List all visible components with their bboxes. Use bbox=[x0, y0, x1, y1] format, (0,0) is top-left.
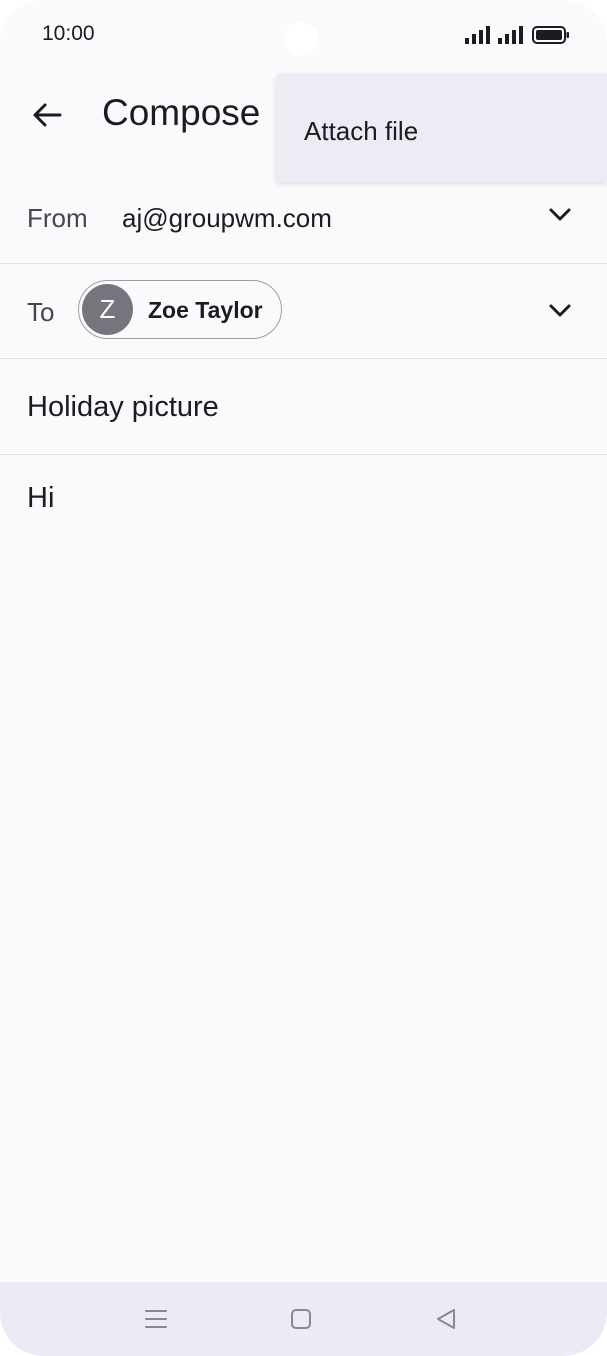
signal-icon bbox=[465, 26, 490, 44]
status-time: 10:00 bbox=[42, 22, 95, 45]
recipient-chip[interactable]: Z Zoe Taylor bbox=[78, 280, 282, 339]
from-expand-button[interactable] bbox=[540, 195, 580, 235]
home-button[interactable] bbox=[286, 1304, 316, 1334]
recent-apps-button[interactable] bbox=[141, 1304, 171, 1334]
menu-item-label: Attach file bbox=[304, 116, 419, 146]
back-triangle-icon bbox=[437, 1309, 455, 1329]
camera-cutout bbox=[284, 22, 318, 56]
from-label: From bbox=[27, 203, 88, 233]
subject-row: Holiday picture bbox=[0, 359, 607, 455]
status-bar: 10:00 bbox=[0, 0, 607, 70]
page-title: Compose bbox=[102, 92, 261, 133]
to-label: To bbox=[27, 297, 55, 327]
subject-field[interactable]: Holiday picture bbox=[27, 391, 219, 424]
avatar: Z bbox=[82, 284, 133, 335]
arrow-back-icon bbox=[33, 103, 62, 127]
chevron-down-icon bbox=[549, 304, 571, 317]
from-address[interactable]: aj@groupwm.com bbox=[122, 203, 332, 234]
body-field[interactable]: Hi bbox=[27, 482, 54, 515]
to-expand-button[interactable] bbox=[540, 291, 580, 331]
menu-item-attach-file[interactable]: Attach file bbox=[276, 73, 607, 182]
phone-screen: 10:00 Compose From aj@groupwm.com To Z Z… bbox=[0, 0, 607, 1356]
system-back-button[interactable] bbox=[431, 1304, 461, 1334]
back-button[interactable] bbox=[22, 90, 72, 140]
battery-icon bbox=[532, 26, 569, 44]
menu-icon bbox=[145, 1310, 167, 1328]
signal-icon bbox=[498, 26, 523, 44]
home-icon bbox=[291, 1309, 311, 1329]
to-row: To Z Zoe Taylor bbox=[0, 264, 607, 359]
from-row: From aj@groupwm.com bbox=[0, 170, 607, 264]
chevron-down-icon bbox=[549, 208, 571, 221]
recipient-name: Zoe Taylor bbox=[148, 297, 263, 323]
overflow-menu: Attach file bbox=[276, 73, 607, 182]
navigation-bar bbox=[0, 1282, 607, 1356]
